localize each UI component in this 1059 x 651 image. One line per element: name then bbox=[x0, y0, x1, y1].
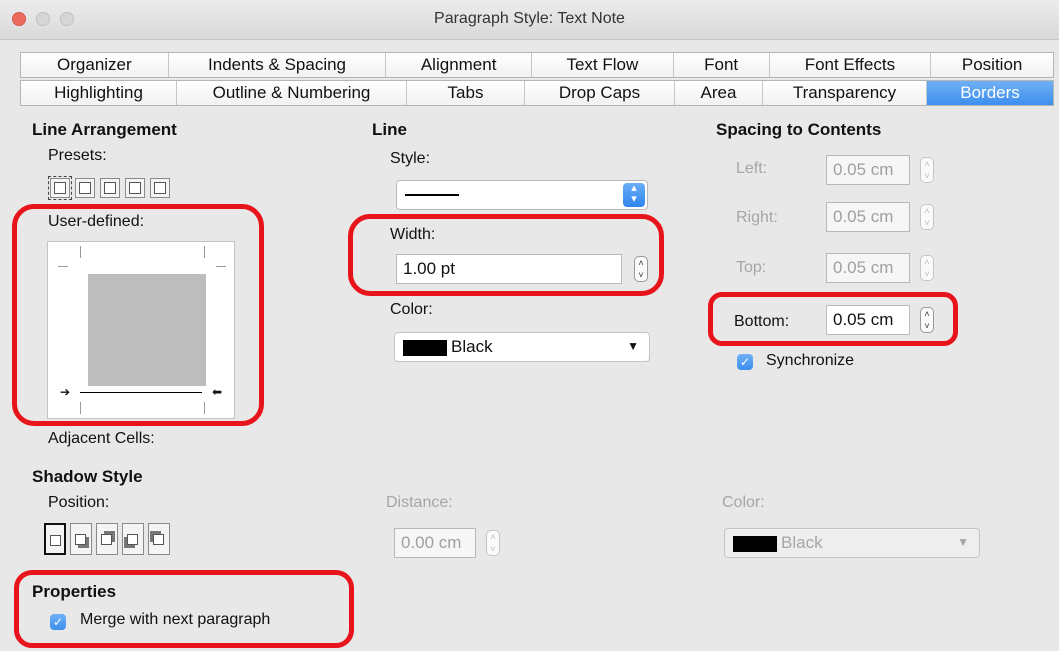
tab-area[interactable]: Area bbox=[675, 81, 763, 105]
corner-tick bbox=[80, 402, 81, 414]
tab-highlighting[interactable]: Highlighting bbox=[21, 81, 177, 105]
user-defined-label: User-defined: bbox=[48, 213, 145, 230]
spacing-left-label: Left: bbox=[736, 160, 768, 177]
bottom-border-line bbox=[80, 392, 202, 393]
preset-top-bottom-button[interactable] bbox=[125, 178, 145, 198]
spacing-bottom-field[interactable]: 0.05 cm bbox=[826, 305, 910, 335]
shadow-bottom-right-button[interactable] bbox=[70, 523, 92, 555]
tab-tabs[interactable]: Tabs bbox=[407, 81, 525, 105]
tab-organizer[interactable]: Organizer bbox=[21, 53, 169, 77]
shadow-distance-stepper[interactable]: ˄ ˅ bbox=[486, 530, 500, 556]
tab-transparency[interactable]: Transparency bbox=[763, 81, 927, 105]
spacing-left-stepper[interactable]: ˄ ˅ bbox=[920, 157, 934, 183]
spacing-top-label: Top: bbox=[736, 259, 767, 276]
line-style-dropdown-icon[interactable]: ▴ ▾ bbox=[623, 183, 645, 207]
tab-position[interactable]: Position bbox=[931, 53, 1053, 77]
shadow-distance-field[interactable]: 0.00 cm bbox=[394, 528, 476, 558]
window-title: Paragraph Style: Text Note bbox=[434, 10, 625, 27]
spacing-bottom-label: Bottom: bbox=[734, 313, 790, 330]
tab-outline-numbering[interactable]: Outline & Numbering bbox=[177, 81, 407, 105]
shadow-none-button[interactable] bbox=[44, 523, 66, 555]
shadow-color-label: Color: bbox=[722, 494, 765, 511]
shadow-style-heading: Shadow Style bbox=[32, 467, 143, 486]
corner-tick bbox=[58, 266, 68, 267]
spacing-heading: Spacing to Contents bbox=[716, 120, 882, 139]
line-style-preview bbox=[405, 194, 459, 196]
spacing-right-field[interactable]: 0.05 cm bbox=[826, 202, 910, 232]
preset-none-button[interactable] bbox=[48, 176, 72, 200]
spacing-right-label: Right: bbox=[736, 209, 778, 226]
preset-box-button[interactable] bbox=[75, 178, 95, 198]
synchronize-label: Synchronize bbox=[766, 352, 855, 369]
line-color-label: Color: bbox=[390, 301, 433, 318]
shadow-position-label: Position: bbox=[48, 494, 110, 511]
user-defined-border-preview[interactable]: ➔ ⬅ bbox=[47, 241, 235, 419]
tab-alignment[interactable]: Alignment bbox=[386, 53, 533, 77]
merge-next-paragraph-checkbox[interactable]: ✓ bbox=[50, 614, 66, 630]
line-color-value: Black bbox=[451, 337, 493, 356]
arrow-right-icon: ➔ bbox=[60, 385, 71, 399]
tab-borders[interactable]: Borders bbox=[927, 81, 1053, 105]
adjacent-cells-label: Adjacent Cells: bbox=[48, 430, 155, 447]
spacing-top-stepper[interactable]: ˄ ˅ bbox=[920, 255, 934, 281]
paragraph-preview-area bbox=[88, 274, 206, 386]
preset-left-right-button[interactable] bbox=[150, 178, 170, 198]
preset-box-inner-button[interactable] bbox=[100, 178, 120, 198]
line-color-select[interactable]: Black ▼ bbox=[394, 332, 650, 362]
tab-text-flow[interactable]: Text Flow bbox=[532, 53, 674, 77]
properties-heading: Properties bbox=[32, 582, 117, 601]
presets-label: Presets: bbox=[48, 147, 107, 164]
line-style-label: Style: bbox=[390, 150, 431, 167]
spacing-right-stepper[interactable]: ˄ ˅ bbox=[920, 204, 934, 230]
corner-tick bbox=[204, 246, 205, 258]
title-bar: Paragraph Style: Text Note bbox=[0, 0, 1059, 40]
spacing-bottom-stepper[interactable]: ˄ ˅ bbox=[920, 307, 934, 333]
line-width-field[interactable]: 1.00 pt bbox=[396, 254, 622, 284]
tab-row-2: Highlighting Outline & Numbering Tabs Dr… bbox=[20, 80, 1054, 106]
tab-font-effects[interactable]: Font Effects bbox=[770, 53, 932, 77]
presets-strip bbox=[48, 176, 170, 200]
corner-tick bbox=[204, 402, 205, 414]
tab-row-1: Organizer Indents & Spacing Alignment Te… bbox=[20, 52, 1054, 78]
spacing-top-field[interactable]: 0.05 cm bbox=[826, 253, 910, 283]
synchronize-checkbox[interactable]: ✓ bbox=[737, 354, 753, 370]
tab-font[interactable]: Font bbox=[674, 53, 770, 77]
line-width-label: Width: bbox=[390, 226, 436, 243]
shadow-color-value: Black bbox=[781, 533, 823, 552]
shadow-top-left-button[interactable] bbox=[148, 523, 170, 555]
tab-indents-spacing[interactable]: Indents & Spacing bbox=[169, 53, 387, 77]
corner-tick bbox=[216, 266, 226, 267]
chevron-down-icon: ▼ bbox=[957, 535, 969, 549]
line-style-select[interactable]: ▴ ▾ bbox=[396, 180, 648, 210]
line-color-swatch bbox=[403, 340, 447, 356]
line-width-stepper[interactable]: ˄ ˅ bbox=[634, 256, 648, 282]
corner-tick bbox=[80, 246, 81, 258]
line-arrangement-heading: Line Arrangement bbox=[32, 120, 177, 139]
shadow-top-right-button[interactable] bbox=[96, 523, 118, 555]
merge-next-paragraph-label: Merge with next paragraph bbox=[80, 611, 271, 628]
shadow-color-select[interactable]: Black ▼ bbox=[724, 528, 980, 558]
shadow-position-strip bbox=[44, 523, 170, 555]
line-heading: Line bbox=[372, 120, 407, 139]
spacing-left-field[interactable]: 0.05 cm bbox=[826, 155, 910, 185]
chevron-down-icon: ▼ bbox=[627, 339, 639, 353]
arrow-left-icon: ⬅ bbox=[211, 385, 222, 399]
shadow-color-swatch bbox=[733, 536, 777, 552]
tab-drop-caps[interactable]: Drop Caps bbox=[525, 81, 675, 105]
shadow-distance-label: Distance: bbox=[386, 494, 453, 511]
shadow-bottom-left-button[interactable] bbox=[122, 523, 144, 555]
